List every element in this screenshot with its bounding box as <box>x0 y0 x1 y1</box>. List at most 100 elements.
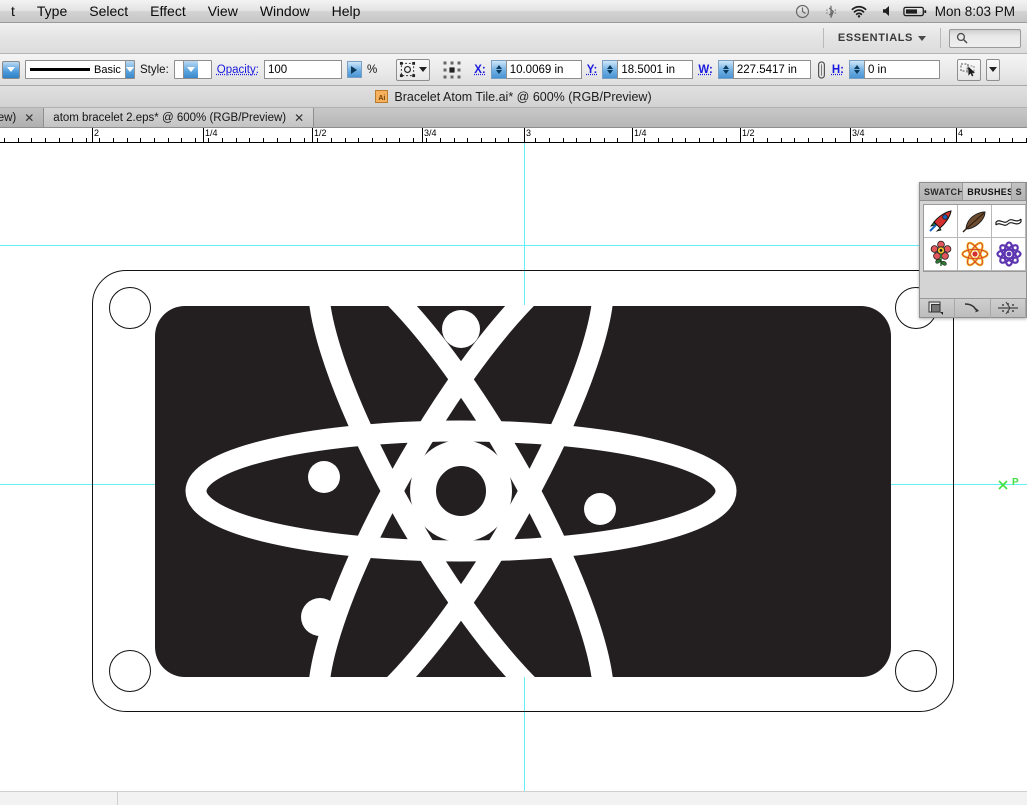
search-input[interactable] <box>949 28 1021 48</box>
screw-hole-bottom-right[interactable] <box>895 650 937 692</box>
brush-purple-flower[interactable] <box>992 238 1026 271</box>
artboard-canvas[interactable]: P <box>0 143 1027 791</box>
brush-grid <box>923 204 1027 272</box>
stroke-profile-drop[interactable] <box>124 61 134 78</box>
brush-options-icon[interactable] <box>991 298 1026 318</box>
selection-options-dropdown[interactable] <box>985 58 1000 81</box>
volume-icon[interactable] <box>873 0 901 23</box>
chevron-down-icon <box>988 67 997 72</box>
ruler-tick-minor <box>317 138 318 142</box>
triangle-down-icon <box>722 70 729 74</box>
ruler-tick-minor <box>181 138 182 142</box>
menu-view[interactable]: View <box>197 0 249 23</box>
transform-panel-button[interactable] <box>396 58 431 81</box>
document-title-bar: Ai Bracelet Atom Tile.ai* @ 600% (RGB/Pr… <box>0 86 1027 108</box>
ruler-tick-minor <box>917 138 918 142</box>
ruler-tick-minor <box>835 138 836 142</box>
ruler-tick-minor <box>99 138 100 142</box>
x-stepper[interactable]: 10.0069 in <box>490 60 582 79</box>
workspace-switcher[interactable]: ESSENTIALS <box>832 29 932 47</box>
graphic-style-dropdown[interactable] <box>173 60 212 79</box>
brush-feather[interactable] <box>958 205 992 238</box>
battery-icon[interactable] <box>901 0 929 23</box>
ruler-tick-minor <box>127 138 128 142</box>
menu-type[interactable]: Type <box>26 0 78 23</box>
style-label: Style: <box>140 63 169 76</box>
y-stepper[interactable]: 18.5001 in <box>602 60 694 79</box>
screw-hole-bottom-left[interactable] <box>109 650 151 692</box>
ruler-tick-minor <box>236 138 237 142</box>
ruler-tick-minor <box>971 138 972 142</box>
selection-options-button[interactable] <box>956 58 981 81</box>
ruler-tick-minor <box>331 138 332 142</box>
ruler-tick-minor <box>999 138 1000 142</box>
document-tab-2[interactable]: atom bracelet 2.eps* @ 600% (RGB/Preview… <box>44 108 315 127</box>
w-stepper[interactable]: 227.5417 in <box>717 60 811 79</box>
remove-brush-stroke-icon[interactable] <box>955 298 991 318</box>
opacity-label[interactable]: Opacity: <box>217 64 259 76</box>
electron-top <box>442 310 480 348</box>
ruler-label: 3 <box>526 128 532 138</box>
close-icon[interactable]: ✕ <box>24 111 34 125</box>
ruler-tick-minor <box>672 138 673 142</box>
w-input[interactable]: 227.5417 in <box>732 60 811 79</box>
y-input[interactable]: 18.5001 in <box>617 60 694 79</box>
opacity-input[interactable]: 100 <box>263 60 342 79</box>
menu-help[interactable]: Help <box>321 0 372 23</box>
align-icon[interactable] <box>443 61 461 79</box>
menubar-clock[interactable]: Mon 8:03 PM <box>929 4 1023 19</box>
guide-horizontal-top[interactable] <box>0 245 1027 246</box>
h-stepper[interactable]: 0 in <box>848 60 940 79</box>
brush-libraries-menu-icon[interactable] <box>920 298 956 318</box>
atom-tile-artwork[interactable] <box>185 305 737 677</box>
zoom-level-field[interactable] <box>0 792 118 805</box>
brush-atom-star[interactable] <box>958 238 992 271</box>
opacity-flyout-button[interactable] <box>346 61 362 78</box>
ruler-tick-minor <box>604 138 605 142</box>
ruler-label: 1/2 <box>314 128 327 138</box>
ruler-tick-minor <box>72 138 73 142</box>
document-tab-1[interactable]: eview) ✕ <box>0 108 45 127</box>
x-input[interactable]: 10.0069 in <box>505 60 582 79</box>
tab-swatches[interactable]: SWATCH <box>920 183 964 200</box>
stroke-color-button[interactable] <box>2 60 20 79</box>
brush-flower[interactable] <box>924 238 958 271</box>
bluetooth-icon[interactable] <box>817 0 845 23</box>
x-spinner[interactable] <box>490 60 506 79</box>
close-icon[interactable]: ✕ <box>294 111 304 125</box>
wifi-icon[interactable] <box>845 0 873 23</box>
graphic-style-drop[interactable] <box>182 61 198 78</box>
ruler-tick-minor <box>454 138 455 142</box>
brushes-panel[interactable]: SWATCH BRUSHES S <box>919 182 1027 318</box>
brush-rocket[interactable] <box>924 205 958 238</box>
ruler-tick-minor <box>31 138 32 142</box>
menu-window[interactable]: Window <box>249 0 321 23</box>
tab-symbols[interactable]: S <box>1011 183 1027 200</box>
screw-hole-top-left[interactable] <box>109 287 151 329</box>
h-spinner[interactable] <box>848 60 864 79</box>
time-machine-icon[interactable] <box>789 0 817 23</box>
x-value: 10.0069 in <box>509 63 564 76</box>
ruler-tick-minor <box>699 138 700 142</box>
w-spinner[interactable] <box>717 60 733 79</box>
ruler-tick-minor <box>481 138 482 142</box>
link-proportions-icon[interactable] <box>816 60 827 79</box>
menu-select[interactable]: Select <box>78 0 139 23</box>
rocket-brush-icon <box>928 210 952 232</box>
tab-brushes[interactable]: BRUSHES <box>963 183 1012 200</box>
menu-effect[interactable]: Effect <box>139 0 197 23</box>
brush-banner[interactable] <box>992 205 1026 238</box>
stroke-profile-dropdown[interactable]: Basic <box>25 60 135 79</box>
panel-footer <box>920 298 1026 318</box>
h-input[interactable]: 0 in <box>863 60 940 79</box>
ruler-tick-minor <box>726 138 727 142</box>
atom-star-brush-icon <box>960 241 989 267</box>
menu-edit-truncated[interactable]: t <box>0 0 26 23</box>
ruler-tick-minor <box>590 138 591 142</box>
ruler-tick-minor <box>781 138 782 142</box>
horizontal-ruler[interactable]: 2 1/4 1/2 3/4 3 1/4 1/2 3/4 4 <box>0 128 1027 143</box>
y-spinner[interactable] <box>602 60 618 79</box>
ruler-tick-minor <box>222 138 223 142</box>
chevron-down-icon <box>125 67 134 72</box>
ruler-label: 1/4 <box>205 128 218 138</box>
